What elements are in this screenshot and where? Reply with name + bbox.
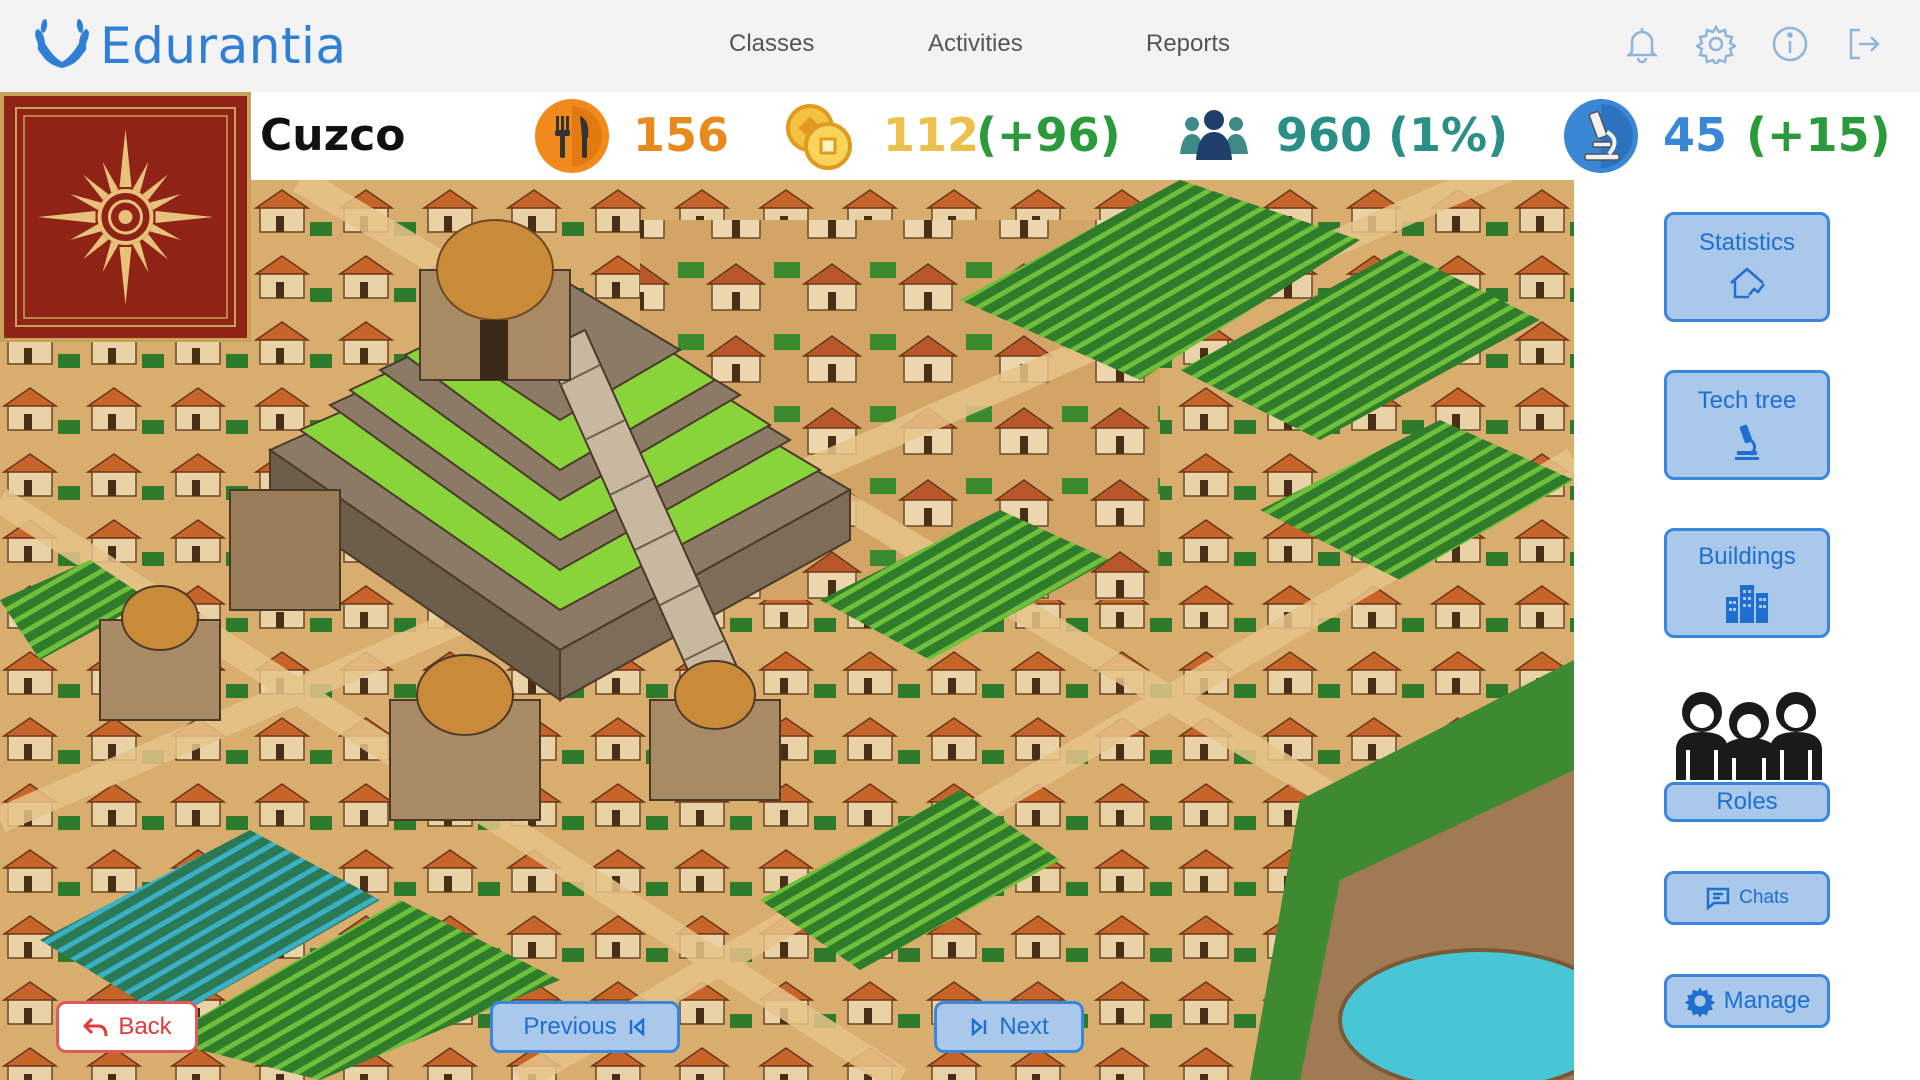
gold-delta: (+96) — [976, 108, 1121, 162]
app-logo[interactable]: Edurantia — [30, 14, 347, 78]
buildings-button[interactable]: Buildings — [1664, 528, 1830, 638]
app-name: Edurantia — [100, 17, 347, 75]
roles-label: Roles — [1716, 788, 1778, 815]
statistics-button[interactable]: Statistics — [1664, 212, 1830, 322]
city-emblem — [0, 92, 251, 342]
next-label: Next — [999, 1013, 1049, 1040]
nav-classes[interactable]: Classes — [729, 30, 814, 58]
previous-button[interactable]: Previous — [490, 1001, 680, 1053]
skip-forward-icon — [972, 1018, 987, 1036]
tech-tree-label: Tech tree — [1697, 387, 1797, 414]
nav-icon-group — [1622, 24, 1884, 64]
house-chart-icon — [1730, 267, 1765, 299]
buildings-label: Buildings — [1698, 543, 1796, 570]
chats-button[interactable]: Chats — [1664, 871, 1830, 925]
manage-button[interactable]: Manage — [1664, 974, 1830, 1028]
bell-icon[interactable] — [1622, 24, 1662, 64]
chat-icon — [1706, 887, 1730, 910]
nav-activities[interactable]: Activities — [928, 30, 1023, 58]
food-value: 156 — [633, 108, 730, 162]
roles-people-icon — [1676, 692, 1822, 780]
city-name: Cuzco — [260, 110, 406, 161]
microscope-icon — [1564, 99, 1638, 173]
side-panel: Statistics Tech tree Buildings Roles Cha… — [1574, 180, 1920, 1080]
population-delta: (1%) — [1388, 108, 1509, 162]
coins-icon — [786, 104, 852, 170]
roles-button[interactable]: Roles — [1664, 782, 1830, 822]
science-delta: (+15) — [1746, 108, 1891, 162]
info-icon[interactable] — [1770, 24, 1810, 64]
next-button[interactable]: Next — [934, 1001, 1084, 1053]
skip-back-icon — [629, 1018, 644, 1036]
food-icon — [535, 99, 609, 173]
laurel-icon — [35, 19, 89, 68]
previous-label: Previous — [523, 1013, 617, 1040]
back-label: Back — [118, 1013, 172, 1040]
reply-arrow-icon — [83, 1017, 108, 1037]
nav-reports[interactable]: Reports — [1146, 30, 1230, 58]
statistics-label: Statistics — [1698, 229, 1796, 256]
population-value: 960 — [1276, 108, 1373, 162]
people-icon — [1180, 110, 1248, 160]
gear-icon — [1684, 987, 1715, 1017]
microscope-icon — [1735, 424, 1759, 460]
tech-tree-button[interactable]: Tech tree — [1664, 370, 1830, 480]
buildings-icon — [1726, 585, 1768, 623]
science-value: 45 — [1663, 108, 1728, 162]
manage-label: Manage — [1723, 987, 1811, 1014]
top-nav: Edurantia Classes Activities Reports — [0, 0, 1920, 92]
sun-emblem-icon — [15, 107, 236, 327]
gold-value: 112 — [883, 108, 980, 162]
gear-icon[interactable] — [1696, 24, 1736, 64]
back-button[interactable]: Back — [56, 1001, 198, 1053]
chats-label: Chats — [1739, 887, 1789, 908]
logout-icon[interactable] — [1844, 24, 1884, 64]
